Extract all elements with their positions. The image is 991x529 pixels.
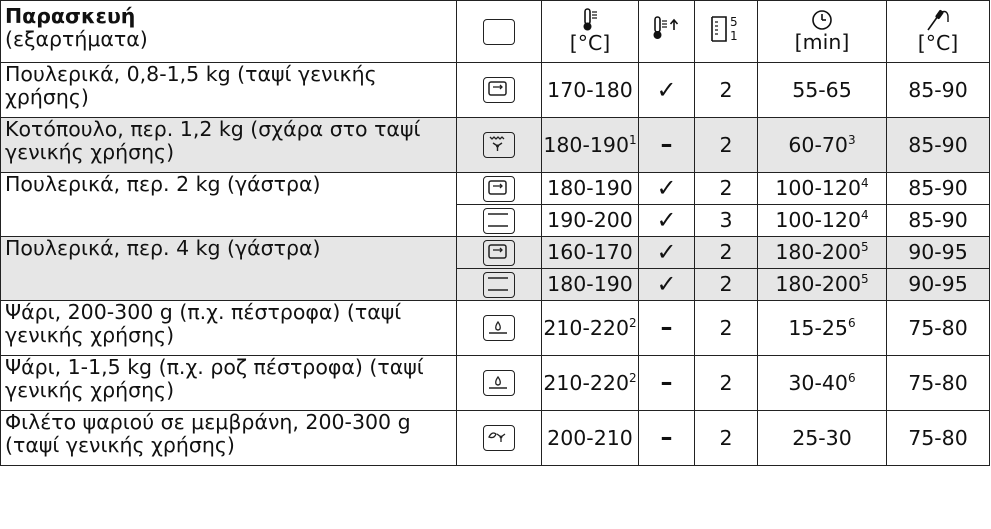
core-unit: [°C] xyxy=(917,31,959,55)
boost-cell: – xyxy=(638,410,695,466)
mode-cell xyxy=(456,355,542,411)
mode-cell xyxy=(456,172,542,205)
temp-cell: 190-200 xyxy=(541,204,639,237)
core-temp-cell: 85-90 xyxy=(886,117,990,173)
dish-subtitle: (εξαρτήματα) xyxy=(5,27,148,51)
boost-cell: – xyxy=(638,300,695,356)
fan-grill-mode-icon xyxy=(483,132,515,158)
level-cell: 2 xyxy=(694,410,758,466)
level-cell: 2 xyxy=(694,300,758,356)
clock-icon xyxy=(812,10,832,30)
level-cell: 2 xyxy=(694,268,758,301)
time-cell: 30-406 xyxy=(757,355,887,411)
thermometer-icon xyxy=(583,8,597,31)
level-cell: 3 xyxy=(694,204,758,237)
time-cell: 60-703 xyxy=(757,117,887,173)
core-temp-cell: 75-80 xyxy=(886,355,990,411)
dish-cell: Πουλερικά, περ. 2 kg (γάστρα) xyxy=(0,172,457,237)
boost-cell: ✓ xyxy=(638,62,695,118)
shelf-levels-icon: 5 1 xyxy=(711,15,738,43)
time-cell: 55-65 xyxy=(757,62,887,118)
table-row: Πουλερικά, περ. 4 kg (γάστρα) 160-170 ✓ … xyxy=(0,236,990,301)
table-row: Ψάρι, 1-1,5 kg (π.χ. ροζ πέστροφα) (ταψί… xyxy=(0,355,990,411)
dish-header: Παρασκευή (εξαρτήματα) xyxy=(0,0,457,63)
mode-cell xyxy=(456,236,542,269)
time-unit: [min] xyxy=(794,30,850,54)
table-row: Ψάρι, 200-300 g (π.χ. πέστροφα) (ταψί γε… xyxy=(0,300,990,356)
temp-unit: [°C] xyxy=(569,31,611,55)
convection-mode-icon xyxy=(483,77,515,103)
temp-cell: 160-170 xyxy=(541,236,639,269)
boost-cell: ✓ xyxy=(638,172,695,205)
core-temp-cell: 90-95 xyxy=(886,236,990,269)
header-row: Παρασκευή (εξαρτήματα) [°C] 5 1 [min] [°… xyxy=(0,0,990,63)
temp-cell: 180-1901 xyxy=(541,117,639,173)
core-temp-cell: 90-95 xyxy=(886,268,990,301)
time-cell: 100-1204 xyxy=(757,172,887,205)
table-row: Πουλερικά, 0,8-1,5 kg (ταψί γενικής χρήσ… xyxy=(0,62,990,118)
convection-mode-icon xyxy=(483,239,515,266)
boost-cell: – xyxy=(638,355,695,411)
temp-header: [°C] xyxy=(541,0,639,63)
boost-header xyxy=(638,0,695,63)
time-cell: 100-1204 xyxy=(757,204,887,237)
core-temp-header: [°C] xyxy=(886,0,990,63)
boost-cell: – xyxy=(638,117,695,173)
mode-cell xyxy=(456,62,542,118)
level-cell: 2 xyxy=(694,62,758,118)
dish-cell: Ψάρι, 1-1,5 kg (π.χ. ροζ πέστροφα) (ταψί… xyxy=(0,355,457,411)
convection-mode-icon xyxy=(483,175,515,202)
levels-bottom-label: 1 xyxy=(730,29,738,43)
conventional-mode-icon xyxy=(483,271,515,298)
levels-header: 5 1 xyxy=(694,0,758,63)
food-probe-icon xyxy=(927,9,949,31)
time-cell: 180-2005 xyxy=(757,236,887,269)
core-temp-cell: 75-80 xyxy=(886,410,990,466)
mode-cell xyxy=(456,410,542,466)
mode-cell xyxy=(456,268,542,301)
bottom-heat-mode-icon xyxy=(483,315,515,341)
time-cell: 15-256 xyxy=(757,300,887,356)
boost-cell: ✓ xyxy=(638,268,695,301)
mode-cell xyxy=(456,117,542,173)
core-temp-cell: 85-90 xyxy=(886,62,990,118)
dish-cell: Πουλερικά, 0,8-1,5 kg (ταψί γενικής χρήσ… xyxy=(0,62,457,118)
levels-top-label: 5 xyxy=(730,15,738,29)
oven-mode-icon xyxy=(483,18,515,45)
core-temp-cell: 75-80 xyxy=(886,300,990,356)
cooking-table: Παρασκευή (εξαρτήματα) [°C] 5 1 [min] [°… xyxy=(0,0,990,466)
level-cell: 2 xyxy=(694,355,758,411)
dish-cell: Πουλερικά, περ. 4 kg (γάστρα) xyxy=(0,236,457,301)
mode-header xyxy=(456,0,542,63)
time-cell: 180-2005 xyxy=(757,268,887,301)
level-cell: 2 xyxy=(694,117,758,173)
dish-cell: Ψάρι, 200-300 g (π.χ. πέστροφα) (ταψί γε… xyxy=(0,300,457,356)
conventional-mode-icon xyxy=(483,207,515,234)
temp-cell: 180-190 xyxy=(541,172,639,205)
mode-cell xyxy=(456,204,542,237)
dish-title: Παρασκευή xyxy=(5,4,136,28)
time-header: [min] xyxy=(757,0,887,63)
core-temp-cell: 85-90 xyxy=(886,172,990,205)
temp-cell: 200-210 xyxy=(541,410,639,466)
time-cell: 25-30 xyxy=(757,410,887,466)
bottom-heat-mode-icon xyxy=(483,370,515,396)
dish-cell: Κοτόπουλο, περ. 1,2 kg (σχάρα στο ταψί γ… xyxy=(0,117,457,173)
temp-cell: 170-180 xyxy=(541,62,639,118)
table-row: Πουλερικά, περ. 2 kg (γάστρα) 180-190 ✓ … xyxy=(0,172,990,237)
core-temp-cell: 85-90 xyxy=(886,204,990,237)
table-row: Κοτόπουλο, περ. 1,2 kg (σχάρα στο ταψί γ… xyxy=(0,117,990,173)
level-cell: 2 xyxy=(694,236,758,269)
temp-cell: 210-2202 xyxy=(541,355,639,411)
temp-cell: 180-190 xyxy=(541,268,639,301)
rapid-heat-icon xyxy=(653,16,678,39)
temp-cell: 210-2202 xyxy=(541,300,639,356)
dish-cell: Φιλέτο ψαριού σε μεμβράνη, 200-300 g (τα… xyxy=(0,410,457,466)
boost-cell: ✓ xyxy=(638,236,695,269)
boost-cell: ✓ xyxy=(638,204,695,237)
mode-cell xyxy=(456,300,542,356)
eco-fan-mode-icon xyxy=(483,425,515,451)
table-row: Φιλέτο ψαριού σε μεμβράνη, 200-300 g (τα… xyxy=(0,410,990,466)
level-cell: 2 xyxy=(694,172,758,205)
